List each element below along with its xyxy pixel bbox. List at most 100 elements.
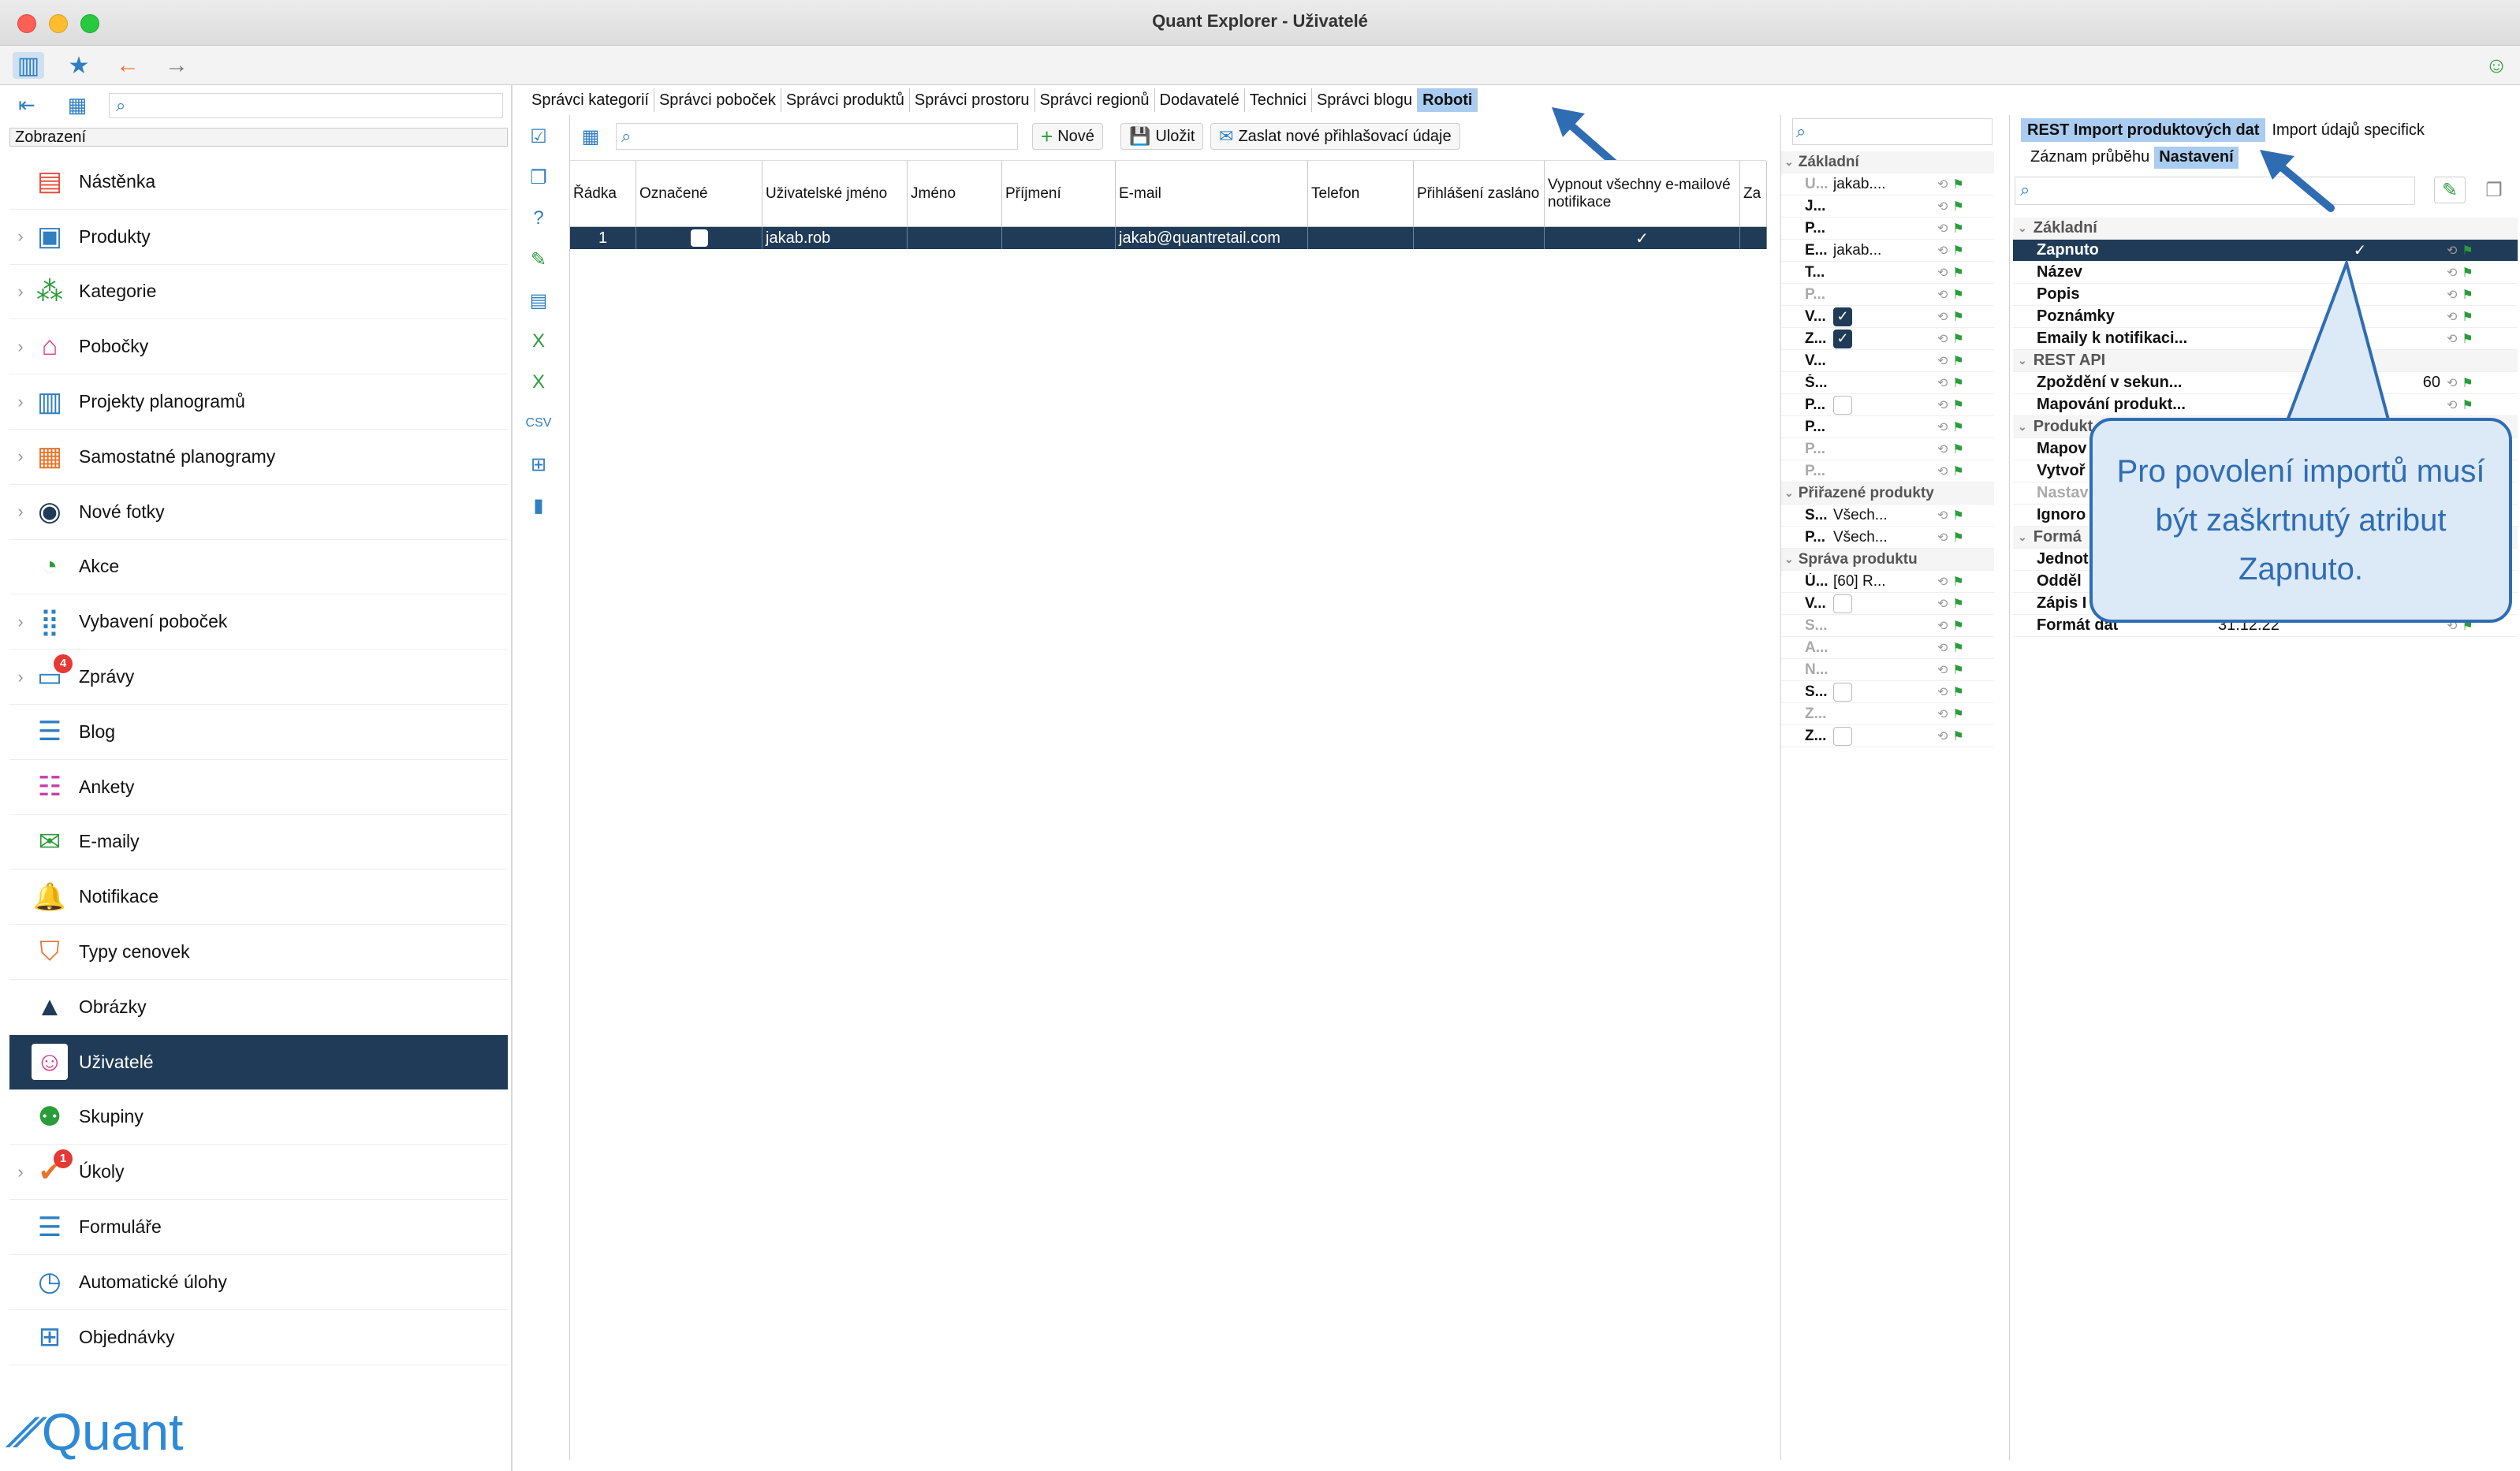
reset-icon[interactable]: ⟲ xyxy=(1937,287,1948,303)
property-group[interactable]: ⌄ Základní xyxy=(1781,151,1994,173)
settings-row[interactable]: Zpoždění v sekun... 60 ⟲ ⚑ xyxy=(2013,372,2518,394)
property-row[interactable]: P... ⟲ ⚑ xyxy=(1781,416,1994,438)
cell-sent[interactable] xyxy=(1414,227,1545,249)
reset-icon[interactable]: ⟲ xyxy=(1937,728,1948,744)
chevron-right-icon[interactable]: › xyxy=(9,667,32,687)
chevron-down-icon[interactable]: ⌄ xyxy=(1784,486,1794,500)
property-value[interactable] xyxy=(1833,726,1937,746)
property-row[interactable]: V... ⟲ ⚑ xyxy=(1781,350,1994,372)
tab-3[interactable]: Správci prostoru xyxy=(910,88,1035,112)
sidebar-item-16[interactable]: ☺ Uživatelé xyxy=(9,1034,508,1090)
property-value[interactable] xyxy=(1833,395,1937,415)
column-header[interactable]: Vypnout všechny e-mailové notifikace xyxy=(1545,161,1740,226)
property-value[interactable]: Všech... xyxy=(1833,507,1937,524)
property-checkbox[interactable]: ✓ xyxy=(1833,307,1852,326)
grid-calendar-icon[interactable]: ▦ xyxy=(575,123,606,150)
document-icon[interactable]: ▤ xyxy=(525,287,552,314)
pin-icon[interactable]: ⚑ xyxy=(1952,574,1963,590)
sidebar-item-9[interactable]: › ▭ 4 Zprávy xyxy=(9,650,508,705)
pin-icon[interactable]: ⚑ xyxy=(1952,464,1963,479)
reset-icon[interactable]: ⟲ xyxy=(1937,397,1948,413)
reset-icon[interactable]: ⟲ xyxy=(1937,640,1948,656)
tab-0[interactable]: Správci kategorií xyxy=(527,88,654,112)
reset-icon[interactable]: ⟲ xyxy=(1937,353,1948,369)
chevron-down-icon[interactable]: ⌄ xyxy=(2018,420,2027,434)
pin-icon[interactable]: ⚑ xyxy=(1952,618,1963,634)
property-row[interactable]: V... ⟲ ⚑ xyxy=(1781,593,1994,615)
property-row[interactable]: P... ⟲ ⚑ xyxy=(1781,394,1994,416)
tab-7[interactable]: Správci blogu xyxy=(1312,88,1418,112)
sidebar-item-4[interactable]: › ▥ Projekty planogramů xyxy=(9,374,508,430)
chevron-right-icon[interactable]: › xyxy=(9,446,32,467)
reset-icon[interactable]: ⟲ xyxy=(1937,375,1948,391)
sidebar-item-11[interactable]: ☷ Ankety xyxy=(9,760,508,815)
reset-icon[interactable]: ⟲ xyxy=(2447,375,2457,391)
sidebar-item-14[interactable]: ⛉ Typy cenovek xyxy=(9,925,508,980)
reset-icon[interactable]: ⟲ xyxy=(1937,530,1948,546)
column-header[interactable]: Uživatelské jméno xyxy=(762,161,908,226)
robot-subtab-1[interactable]: Nastavení xyxy=(2154,147,2239,169)
cell-marked[interactable] xyxy=(636,227,762,249)
reset-icon[interactable]: ⟲ xyxy=(2447,309,2457,325)
marked-checkbox[interactable] xyxy=(690,229,708,247)
settings-row[interactable]: Zapnuto ✓ ⟲ ⚑ xyxy=(2013,240,2518,262)
property-checkbox[interactable] xyxy=(1833,726,1852,746)
property-row[interactable]: S... ⟲ ⚑ xyxy=(1781,681,1994,703)
pin-icon[interactable]: ✎ xyxy=(525,246,552,273)
property-row[interactable]: P... ⟲ ⚑ xyxy=(1781,218,1994,240)
chevron-down-icon[interactable]: ⌄ xyxy=(1784,553,1794,566)
pin-icon[interactable]: ⚑ xyxy=(1952,353,1963,369)
reset-icon[interactable]: ⟲ xyxy=(1937,596,1948,612)
sidebar-item-19[interactable]: ☰ Formuláře xyxy=(9,1200,508,1255)
column-header[interactable]: Přihlášení zasláno xyxy=(1414,161,1545,226)
reset-icon[interactable]: ⟲ xyxy=(1937,574,1948,590)
sidebar-item-7[interactable]: ◔ Akce xyxy=(9,540,508,595)
property-row[interactable]: N... ⟲ ⚑ xyxy=(1781,659,1994,681)
property-checkbox[interactable] xyxy=(1833,682,1852,702)
copy-settings-icon[interactable]: ❐ xyxy=(2478,177,2510,203)
chevron-down-icon[interactable]: ⌄ xyxy=(2018,531,2027,544)
settings-value[interactable]: ✓ xyxy=(2210,240,2447,260)
tab-2[interactable]: Správci produktů xyxy=(781,88,910,112)
property-row[interactable]: J... ⟲ ⚑ xyxy=(1781,196,1994,218)
pin-icon[interactable]: ⚑ xyxy=(2462,287,2473,303)
help-icon[interactable]: ? xyxy=(525,205,552,232)
settings-row[interactable]: Emaily k notifikaci... ⟲ ⚑ xyxy=(2013,328,2518,350)
pin-icon[interactable]: ⚑ xyxy=(1952,684,1963,700)
properties-search-input[interactable]: ⌕ xyxy=(1792,118,1993,145)
settings-row[interactable]: Poznámky ⟲ ⚑ xyxy=(2013,306,2518,328)
chevron-right-icon[interactable]: › xyxy=(9,281,32,302)
reset-icon[interactable]: ⟲ xyxy=(1937,419,1948,435)
reset-icon[interactable]: ⟲ xyxy=(2447,243,2457,259)
send-credentials-button[interactable]: ✉ Zaslat nové přihlašovací údaje xyxy=(1210,123,1460,150)
table-row[interactable]: 1 jakab.rob jakab@quantretail.com ✓ xyxy=(570,227,1767,249)
sidebar-item-18[interactable]: › ✔ 1 Úkoly xyxy=(9,1145,508,1201)
pin-icon[interactable]: ⚑ xyxy=(1952,375,1963,391)
property-value[interactable]: Všech... xyxy=(1833,529,1937,546)
cell-row[interactable]: 1 xyxy=(570,227,636,249)
chevron-down-icon[interactable]: ⌄ xyxy=(1784,155,1794,169)
reset-icon[interactable]: ⟲ xyxy=(1937,618,1948,634)
pin-icon[interactable]: ⚑ xyxy=(1952,309,1963,325)
settings-row[interactable]: Název ⟲ ⚑ xyxy=(2013,262,2518,284)
robot-tab-1[interactable]: Import údajů specifick xyxy=(2265,118,2430,142)
pin-icon[interactable]: ⚑ xyxy=(2462,309,2473,325)
pin-icon[interactable]: ⚑ xyxy=(1952,419,1963,435)
property-row[interactable]: V... ✓ ⟲ ⚑ xyxy=(1781,306,1994,328)
chevron-right-icon[interactable]: › xyxy=(9,501,32,522)
property-row[interactable]: P... Všech... ⟲ ⚑ xyxy=(1781,527,1994,549)
robot-tab-0[interactable]: REST Import produktových dat xyxy=(2021,118,2266,142)
calendar-icon[interactable]: ▦ xyxy=(62,91,93,118)
property-value[interactable] xyxy=(1833,594,1937,613)
chevron-right-icon[interactable]: › xyxy=(9,612,32,632)
sidebar-item-5[interactable]: › ▦ Samostatné planogramy xyxy=(9,430,508,485)
pin-icon[interactable]: ⚑ xyxy=(1952,199,1963,214)
property-value[interactable]: ✓ xyxy=(1833,329,1937,348)
copy-icon[interactable]: ❐ xyxy=(525,164,552,191)
property-checkbox[interactable] xyxy=(1833,594,1852,613)
excel-export-icon[interactable]: X xyxy=(525,328,552,355)
pin-icon[interactable]: ⚑ xyxy=(1952,728,1963,744)
sidebar-item-2[interactable]: › ⁂ Kategorie xyxy=(9,265,508,320)
property-row[interactable]: Z... ⟲ ⚑ xyxy=(1781,703,1994,725)
settings-group[interactable]: ⌄ REST API xyxy=(2013,350,2518,372)
